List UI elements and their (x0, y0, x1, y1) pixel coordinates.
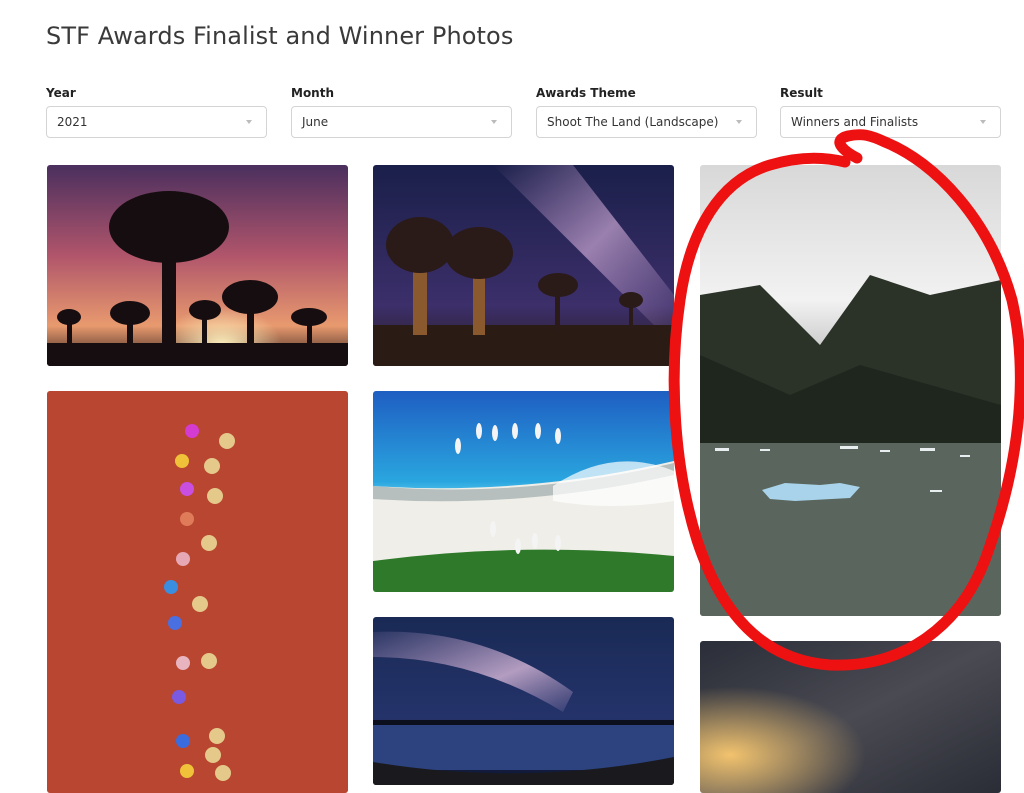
photo-red-field-workers[interactable] (47, 391, 348, 793)
year-select-value: 2021 (57, 115, 88, 129)
year-select[interactable]: 2021 (46, 106, 267, 138)
photo-quiver-trees-sunset[interactable] (47, 165, 348, 366)
photo-aerial-beach-boats[interactable] (373, 391, 674, 592)
photo-quiver-trees-milky-way[interactable] (373, 165, 674, 366)
month-select[interactable]: June (291, 106, 512, 138)
month-filter: Month June (291, 86, 512, 138)
photo-glacier-lake[interactable] (700, 165, 1001, 616)
chevron-down-icon (246, 120, 252, 124)
result-filter-label: Result (780, 86, 823, 100)
year-filter-label: Year (46, 86, 76, 100)
theme-filter-label: Awards Theme (536, 86, 636, 100)
result-filter: Result Winners and Finalists (780, 86, 1001, 138)
photo-milky-way-lake[interactable] (373, 617, 674, 785)
chevron-down-icon (980, 120, 986, 124)
result-select-value: Winners and Finalists (791, 115, 919, 129)
month-filter-label: Month (291, 86, 335, 100)
theme-filter: Awards Theme Shoot The Land (Landscape) (536, 86, 757, 138)
theme-select-value: Shoot The Land (Landscape) (547, 115, 719, 129)
chevron-down-icon (491, 120, 497, 124)
result-select[interactable]: Winners and Finalists (780, 106, 1001, 138)
page-title: STF Awards Finalist and Winner Photos (46, 22, 514, 50)
month-select-value: June (302, 115, 329, 129)
photo-stormy-clouds[interactable] (700, 641, 1001, 793)
year-filter: Year 2021 (46, 86, 267, 138)
chevron-down-icon (736, 120, 742, 124)
theme-select[interactable]: Shoot The Land (Landscape) (536, 106, 757, 138)
